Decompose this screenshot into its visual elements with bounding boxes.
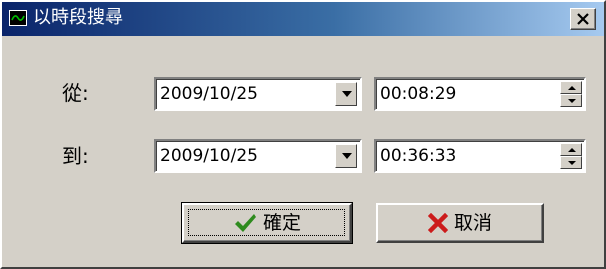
to-time-spin-up[interactable] (560, 143, 582, 156)
chevron-down-icon (342, 91, 352, 97)
close-icon (577, 13, 589, 25)
chevron-down-icon (342, 153, 352, 159)
to-time-value: 00:36:33 (380, 146, 457, 166)
to-time-field[interactable]: 00:36:33 (374, 139, 586, 173)
from-time-spin-up[interactable] (560, 81, 582, 94)
ok-button-label: 確定 (262, 212, 301, 234)
title-bar[interactable]: 以時段搜尋 (2, 2, 604, 36)
to-label: 到: (62, 144, 89, 168)
from-label: 從: (62, 81, 89, 105)
clock-chart-icon (9, 10, 27, 26)
cancel-button-label: 取消 (453, 212, 492, 234)
up-arrow-icon (568, 148, 576, 152)
from-time-value: 00:08:29 (380, 84, 457, 104)
from-date-picker[interactable]: 2009/10/25 (154, 77, 362, 111)
to-date-dropdown-button[interactable] (335, 144, 357, 168)
checkmark-icon (234, 214, 256, 232)
from-date-dropdown-button[interactable] (335, 82, 357, 106)
cancel-button[interactable]: 取消 (376, 203, 544, 243)
red-x-icon (427, 213, 448, 233)
from-time-spinner[interactable] (560, 81, 582, 107)
to-date-value: 2009/10/25 (160, 146, 258, 166)
up-arrow-icon (568, 86, 576, 90)
from-date-value: 2009/10/25 (160, 84, 258, 104)
ok-button[interactable]: 確定 (181, 202, 353, 244)
to-time-spinner[interactable] (560, 143, 582, 169)
close-button[interactable] (570, 8, 596, 30)
to-time-spin-down[interactable] (560, 156, 582, 169)
window-title: 以時段搜尋 (33, 7, 123, 28)
from-time-spin-down[interactable] (560, 94, 582, 107)
search-by-time-dialog: 以時段搜尋 從: 2009/10/25 00:08:29 到: 2009/10/… (0, 0, 606, 269)
to-date-picker[interactable]: 2009/10/25 (154, 139, 362, 173)
from-time-field[interactable]: 00:08:29 (374, 77, 586, 111)
down-arrow-icon (568, 99, 576, 103)
down-arrow-icon (568, 161, 576, 165)
